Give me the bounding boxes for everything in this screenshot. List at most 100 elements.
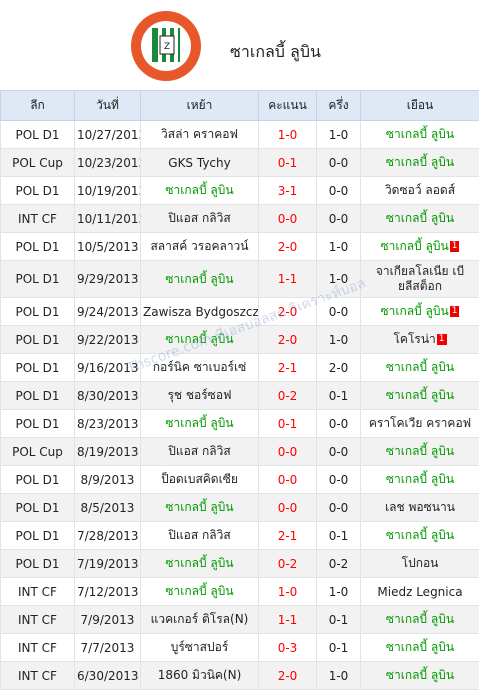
home-team-cell[interactable]: ซาเกลบี้ ลูบิน (141, 494, 259, 522)
league-cell-text: POL D1 (15, 557, 59, 571)
away-team-cell[interactable]: จาเกียลโลเนีย เบียลีสต็อก (361, 261, 479, 298)
home-team-cell[interactable]: รุช ชอร์ซอฟ (141, 382, 259, 410)
away-team-cell[interactable]: ซาเกลบี้ ลูบิน1 (361, 233, 479, 261)
away-team-cell[interactable]: ซาเกลบี้ ลูบิน (361, 606, 479, 634)
away-team-cell[interactable]: ซาเกลบี้ ลูบิน (361, 121, 479, 149)
home-team-cell[interactable]: สลาสค์ วรอคลาวน์ (141, 233, 259, 261)
team-name: ซาเกลบี้ ลูบิน (230, 40, 321, 65)
league-cell-text: POL D1 (15, 501, 59, 515)
home-team-cell-text: ซาเกลบี้ ลูบิน (165, 556, 233, 570)
home-team-cell[interactable]: ซาเกลบี้ ลูบิน (141, 410, 259, 438)
home-team-cell[interactable]: กอร์นิค ซาเบอร์เซ่ (141, 354, 259, 382)
home-team-cell[interactable]: แวคเกอร์ ติโรล(N) (141, 606, 259, 634)
score-cell: 1-0 (259, 121, 317, 149)
table-row[interactable]: INT CF7/7/2013บูร์ซาสปอร์0-30-1ซาเกลบี้ … (1, 634, 479, 662)
home-team-cell[interactable]: ปิแอส กลิวิส (141, 438, 259, 466)
home-team-cell-text: 1860 มิวนิค(N) (158, 668, 242, 682)
away-team-cell[interactable]: ซาเกลบี้ ลูบิน (361, 438, 479, 466)
home-team-cell[interactable]: GKS Tychy (141, 149, 259, 177)
away-team-cell[interactable]: ซาเกลบี้ ลูบิน (361, 634, 479, 662)
away-team-cell[interactable]: Miedz Legnica (361, 578, 479, 606)
league-cell: POL D1 (1, 233, 75, 261)
table-row[interactable]: POL D19/22/2013ซาเกลบี้ ลูบิน2-01-0โคโรน… (1, 326, 479, 354)
score-cell: 0-0 (259, 494, 317, 522)
half-score-cell: 0-2 (317, 550, 361, 578)
home-team-cell[interactable]: Zawisza Bydgoszcz (141, 298, 259, 326)
table-row[interactable]: POL D110/19/2013ซาเกลบี้ ลูบิน3-10-0วิดซ… (1, 177, 479, 205)
half-score-cell-text: 0-0 (329, 184, 349, 198)
score-cell-text: 0-1 (278, 417, 298, 431)
away-team-cell-text: วิดซอว์ ลอดส์ (385, 183, 455, 197)
table-row[interactable]: POL Cup10/23/2013GKS Tychy0-10-0ซาเกลบี้… (1, 149, 479, 177)
table-row[interactable]: POL D19/24/2013Zawisza Bydgoszcz2-00-0ซา… (1, 298, 479, 326)
league-cell-text: POL Cup (12, 156, 63, 170)
date-cell-text: 10/19/2013 (77, 184, 141, 198)
score-cell-text: 1-0 (278, 585, 298, 599)
score-cell: 0-0 (259, 438, 317, 466)
home-team-cell[interactable]: ซาเกลบี้ ลูบิน (141, 261, 259, 298)
half-score-cell-text: 1-0 (329, 240, 349, 254)
away-team-cell[interactable]: เลช พอซนาน (361, 494, 479, 522)
away-team-cell[interactable]: ซาเกลบี้ ลูบิน (361, 522, 479, 550)
half-score-cell-text: 0-0 (329, 473, 349, 487)
away-team-cell[interactable]: ซาเกลบี้ ลูบิน (361, 205, 479, 233)
league-cell: POL D1 (1, 326, 75, 354)
table-row[interactable]: INT CF10/11/2013ปิแอส กลิวิส0-00-0ซาเกลบ… (1, 205, 479, 233)
table-row[interactable]: POL D18/30/2013รุช ชอร์ซอฟ0-20-1ซาเกลบี้… (1, 382, 479, 410)
away-team-cell[interactable]: โปกอน (361, 550, 479, 578)
away-team-cell[interactable]: วิดซอว์ ลอดส์ (361, 177, 479, 205)
table-row[interactable]: INT CF6/30/20131860 มิวนิค(N)2-01-0ซาเกล… (1, 662, 479, 690)
home-team-cell[interactable]: วิสล่า คราคอฟ (141, 121, 259, 149)
away-team-cell[interactable]: ซาเกลบี้ ลูบิน (361, 662, 479, 690)
away-team-cell[interactable]: โคโรน่า1 (361, 326, 479, 354)
table-row[interactable]: POL D19/16/2013กอร์นิค ซาเบอร์เซ่2-12-0ซ… (1, 354, 479, 382)
away-team-cell-text: ซาเกลบี้ ลูบิน (386, 155, 454, 169)
league-cell-text: INT CF (18, 585, 57, 599)
table-row[interactable]: POL D17/28/2013ปิแอส กลิวิส2-10-1ซาเกลบี… (1, 522, 479, 550)
home-team-cell[interactable]: ซาเกลบี้ ลูบิน (141, 578, 259, 606)
table-row[interactable]: POL D110/5/2013สลาสค์ วรอคลาวน์2-01-0ซาเ… (1, 233, 479, 261)
home-team-cell[interactable]: ซาเกลบี้ ลูบิน (141, 177, 259, 205)
score-cell-text: 2-1 (278, 361, 298, 375)
table-row[interactable]: INT CF7/9/2013แวคเกอร์ ติโรล(N)1-10-1ซาเ… (1, 606, 479, 634)
away-team-cell-text: Miedz Legnica (377, 585, 462, 599)
home-team-cell[interactable]: ป็อดเบสคิดเซีย (141, 466, 259, 494)
league-cell: POL D1 (1, 382, 75, 410)
date-cell: 10/27/2013 (75, 121, 141, 149)
away-team-cell[interactable]: คราโคเวีย คราคอฟ (361, 410, 479, 438)
home-team-cell[interactable]: ซาเกลบี้ ลูบิน (141, 550, 259, 578)
away-team-cell[interactable]: ซาเกลบี้ ลูบิน (361, 382, 479, 410)
league-cell: POL D1 (1, 298, 75, 326)
home-team-cell[interactable]: ซาเกลบี้ ลูบิน (141, 326, 259, 354)
table-row[interactable]: POL Cup8/19/2013ปิแอส กลิวิส0-00-0ซาเกลบ… (1, 438, 479, 466)
table-row[interactable]: POL D18/23/2013ซาเกลบี้ ลูบิน0-10-0คราโค… (1, 410, 479, 438)
date-cell: 9/24/2013 (75, 298, 141, 326)
home-team-cell[interactable]: ปิแอส กลิวิส (141, 522, 259, 550)
away-team-cell[interactable]: ซาเกลบี้ ลูบิน (361, 466, 479, 494)
home-team-cell[interactable]: บูร์ซาสปอร์ (141, 634, 259, 662)
home-team-cell[interactable]: ปิแอส กลิวิส (141, 205, 259, 233)
score-cell-text: 2-1 (278, 529, 298, 543)
score-cell: 2-0 (259, 662, 317, 690)
score-cell-text: 2-0 (278, 669, 298, 683)
away-team-cell-text: คราโคเวีย คราคอฟ (369, 416, 471, 430)
table-row[interactable]: POL D19/29/2013ซาเกลบี้ ลูบิน1-11-0จาเกี… (1, 261, 479, 298)
home-team-cell-text: ป็อดเบสคิดเซีย (161, 472, 238, 486)
table-row[interactable]: INT CF7/12/2013ซาเกลบี้ ลูบิน1-01-0Miedz… (1, 578, 479, 606)
away-team-cell[interactable]: ซาเกลบี้ ลูบิน1 (361, 298, 479, 326)
away-team-cell[interactable]: ซาเกลบี้ ลูบิน (361, 354, 479, 382)
date-cell-text: 7/12/2013 (77, 585, 139, 599)
table-row[interactable]: POL D18/5/2013ซาเกลบี้ ลูบิน0-00-0เลช พอ… (1, 494, 479, 522)
table-row[interactable]: POL D18/9/2013ป็อดเบสคิดเซีย0-00-0ซาเกลบ… (1, 466, 479, 494)
half-score-cell: 0-1 (317, 634, 361, 662)
away-team-cell[interactable]: ซาเกลบี้ ลูบิน (361, 149, 479, 177)
table-row[interactable]: POL D17/19/2013ซาเกลบี้ ลูบิน0-20-2โปกอน (1, 550, 479, 578)
away-team-cell-text: ซาเกลบี้ ลูบิน (386, 612, 454, 626)
home-team-cell[interactable]: 1860 มิวนิค(N) (141, 662, 259, 690)
date-cell: 10/23/2013 (75, 149, 141, 177)
score-cell: 1-1 (259, 261, 317, 298)
league-cell: POL D1 (1, 550, 75, 578)
score-cell: 1-1 (259, 606, 317, 634)
table-row[interactable]: POL D110/27/2013วิสล่า คราคอฟ1-01-0ซาเกล… (1, 121, 479, 149)
league-cell-text: POL D1 (15, 333, 59, 347)
